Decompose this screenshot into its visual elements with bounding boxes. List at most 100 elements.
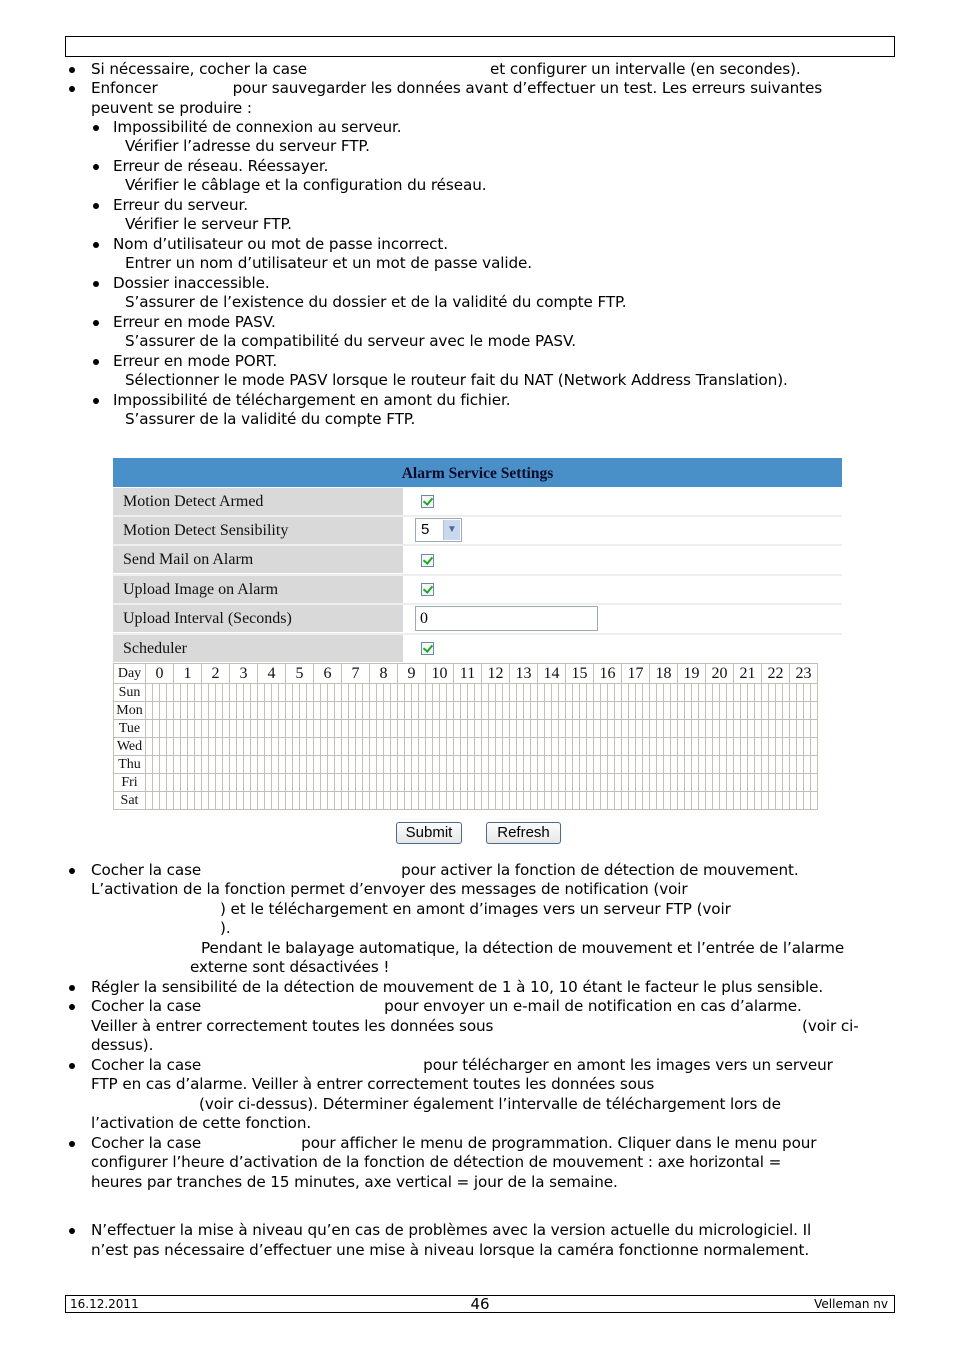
schedule-slot[interactable] — [775, 701, 783, 720]
schedule-slot[interactable] — [180, 701, 188, 720]
schedule-slot[interactable] — [810, 701, 818, 720]
schedule-slot[interactable] — [467, 737, 475, 756]
schedule-slot[interactable] — [250, 791, 258, 810]
schedule-slot[interactable] — [285, 791, 293, 810]
schedule-slot[interactable] — [152, 737, 160, 756]
schedule-slot[interactable] — [173, 683, 181, 702]
schedule-slot[interactable] — [173, 701, 181, 720]
schedule-slot[interactable] — [208, 737, 216, 756]
schedule-slot[interactable] — [558, 737, 566, 756]
schedule-slot[interactable] — [404, 755, 412, 774]
schedule-slot[interactable] — [334, 683, 342, 702]
schedule-slot[interactable] — [565, 791, 573, 810]
schedule-slot[interactable] — [593, 683, 601, 702]
schedule-slot[interactable] — [649, 773, 657, 792]
schedule-slot[interactable] — [572, 701, 580, 720]
schedule-slot[interactable] — [152, 683, 160, 702]
schedule-slot[interactable] — [264, 737, 272, 756]
schedule-slot[interactable] — [341, 683, 349, 702]
schedule-slot[interactable] — [649, 719, 657, 738]
schedule-slot[interactable] — [488, 683, 496, 702]
schedule-slot[interactable] — [649, 701, 657, 720]
schedule-slot[interactable] — [523, 719, 531, 738]
schedule-slot[interactable] — [222, 719, 230, 738]
schedule-slot[interactable] — [313, 737, 321, 756]
schedule-slot[interactable] — [334, 701, 342, 720]
schedule-slot[interactable] — [747, 719, 755, 738]
schedule-slot[interactable] — [446, 737, 454, 756]
schedule-slot[interactable] — [642, 719, 650, 738]
schedule-slot[interactable] — [376, 773, 384, 792]
schedule-slot[interactable] — [271, 773, 279, 792]
schedule-slot[interactable] — [145, 719, 153, 738]
schedule-slot[interactable] — [509, 683, 517, 702]
schedule-slot[interactable] — [250, 755, 258, 774]
schedule-slot[interactable] — [558, 791, 566, 810]
schedule-slot[interactable] — [299, 719, 307, 738]
schedule-slot[interactable] — [173, 755, 181, 774]
schedule-slot[interactable] — [257, 791, 265, 810]
schedule-slot[interactable] — [390, 773, 398, 792]
schedule-slot[interactable] — [159, 701, 167, 720]
schedule-slot[interactable] — [565, 737, 573, 756]
schedule-slot[interactable] — [684, 755, 692, 774]
schedule-slot[interactable] — [768, 773, 776, 792]
schedule-slot[interactable] — [607, 773, 615, 792]
schedule-slot[interactable] — [250, 773, 258, 792]
scheduler-checkbox[interactable] — [421, 642, 434, 655]
schedule-slot[interactable] — [600, 719, 608, 738]
schedule-slot[interactable] — [572, 719, 580, 738]
schedule-slot[interactable] — [502, 755, 510, 774]
schedule-slot[interactable] — [152, 773, 160, 792]
schedule-slot[interactable] — [698, 737, 706, 756]
schedule-slot[interactable] — [425, 683, 433, 702]
schedule-slot[interactable] — [208, 773, 216, 792]
schedule-slot[interactable] — [229, 773, 237, 792]
schedule-slot[interactable] — [201, 719, 209, 738]
schedule-slot[interactable] — [579, 719, 587, 738]
schedule-slot[interactable] — [481, 719, 489, 738]
schedule-slot[interactable] — [362, 701, 370, 720]
schedule-slot[interactable] — [166, 773, 174, 792]
schedule-slot[interactable] — [355, 683, 363, 702]
schedule-slot[interactable] — [796, 773, 804, 792]
schedule-slot[interactable] — [775, 719, 783, 738]
schedule-slot[interactable] — [565, 755, 573, 774]
schedule-slot[interactable] — [229, 755, 237, 774]
schedule-slot[interactable] — [299, 773, 307, 792]
schedule-slot[interactable] — [390, 791, 398, 810]
schedule-slot[interactable] — [502, 683, 510, 702]
schedule-slot[interactable] — [705, 701, 713, 720]
schedule-slot[interactable] — [509, 737, 517, 756]
schedule-slot[interactable] — [334, 755, 342, 774]
schedule-slot[interactable] — [236, 755, 244, 774]
schedule-slot[interactable] — [348, 701, 356, 720]
schedule-slot[interactable] — [467, 719, 475, 738]
schedule-slot[interactable] — [565, 701, 573, 720]
schedule-slot[interactable] — [523, 683, 531, 702]
schedule-slot[interactable] — [530, 719, 538, 738]
schedule-slot[interactable] — [768, 755, 776, 774]
schedule-slot[interactable] — [642, 683, 650, 702]
schedule-slot[interactable] — [411, 773, 419, 792]
schedule-slot[interactable] — [145, 791, 153, 810]
schedule-slot[interactable] — [383, 773, 391, 792]
schedule-slot[interactable] — [705, 791, 713, 810]
schedule-slot[interactable] — [551, 701, 559, 720]
schedule-slot[interactable] — [278, 737, 286, 756]
schedule-slot[interactable] — [334, 719, 342, 738]
schedule-slot[interactable] — [740, 791, 748, 810]
motion-detect-armed-checkbox[interactable] — [421, 495, 434, 508]
schedule-slot[interactable] — [418, 773, 426, 792]
schedule-slot[interactable] — [670, 791, 678, 810]
schedule-slot[interactable] — [607, 719, 615, 738]
schedule-slot[interactable] — [796, 737, 804, 756]
schedule-slot[interactable] — [355, 737, 363, 756]
schedule-slot[interactable] — [278, 773, 286, 792]
schedule-slot[interactable] — [362, 755, 370, 774]
schedule-slot[interactable] — [418, 755, 426, 774]
schedule-slot[interactable] — [733, 683, 741, 702]
schedule-slot[interactable] — [747, 755, 755, 774]
schedule-slot[interactable] — [320, 791, 328, 810]
schedule-slot[interactable] — [747, 791, 755, 810]
